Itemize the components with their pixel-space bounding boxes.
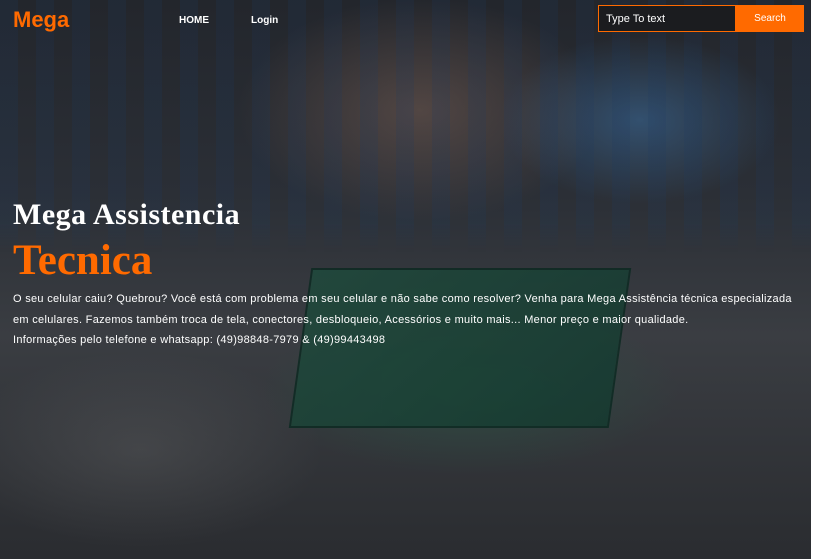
search-button[interactable]: Search bbox=[736, 5, 804, 32]
hero-title: Mega Assistencia bbox=[13, 198, 241, 231]
hero-contact: Informações pelo telefone e whatsapp: (4… bbox=[13, 334, 386, 346]
hero-description: O seu celular caiu? Quebrou? Você está c… bbox=[13, 293, 792, 326]
nav-link-home[interactable]: HOME bbox=[179, 15, 209, 26]
search-input[interactable] bbox=[598, 5, 736, 32]
site-logo[interactable]: Mega bbox=[13, 7, 69, 33]
nav-link-login[interactable]: Login bbox=[251, 15, 278, 26]
hero-text: O seu celular caiu? Quebrou? Você está c… bbox=[13, 289, 793, 351]
hero-subtitle: Tecnica bbox=[13, 237, 153, 284]
